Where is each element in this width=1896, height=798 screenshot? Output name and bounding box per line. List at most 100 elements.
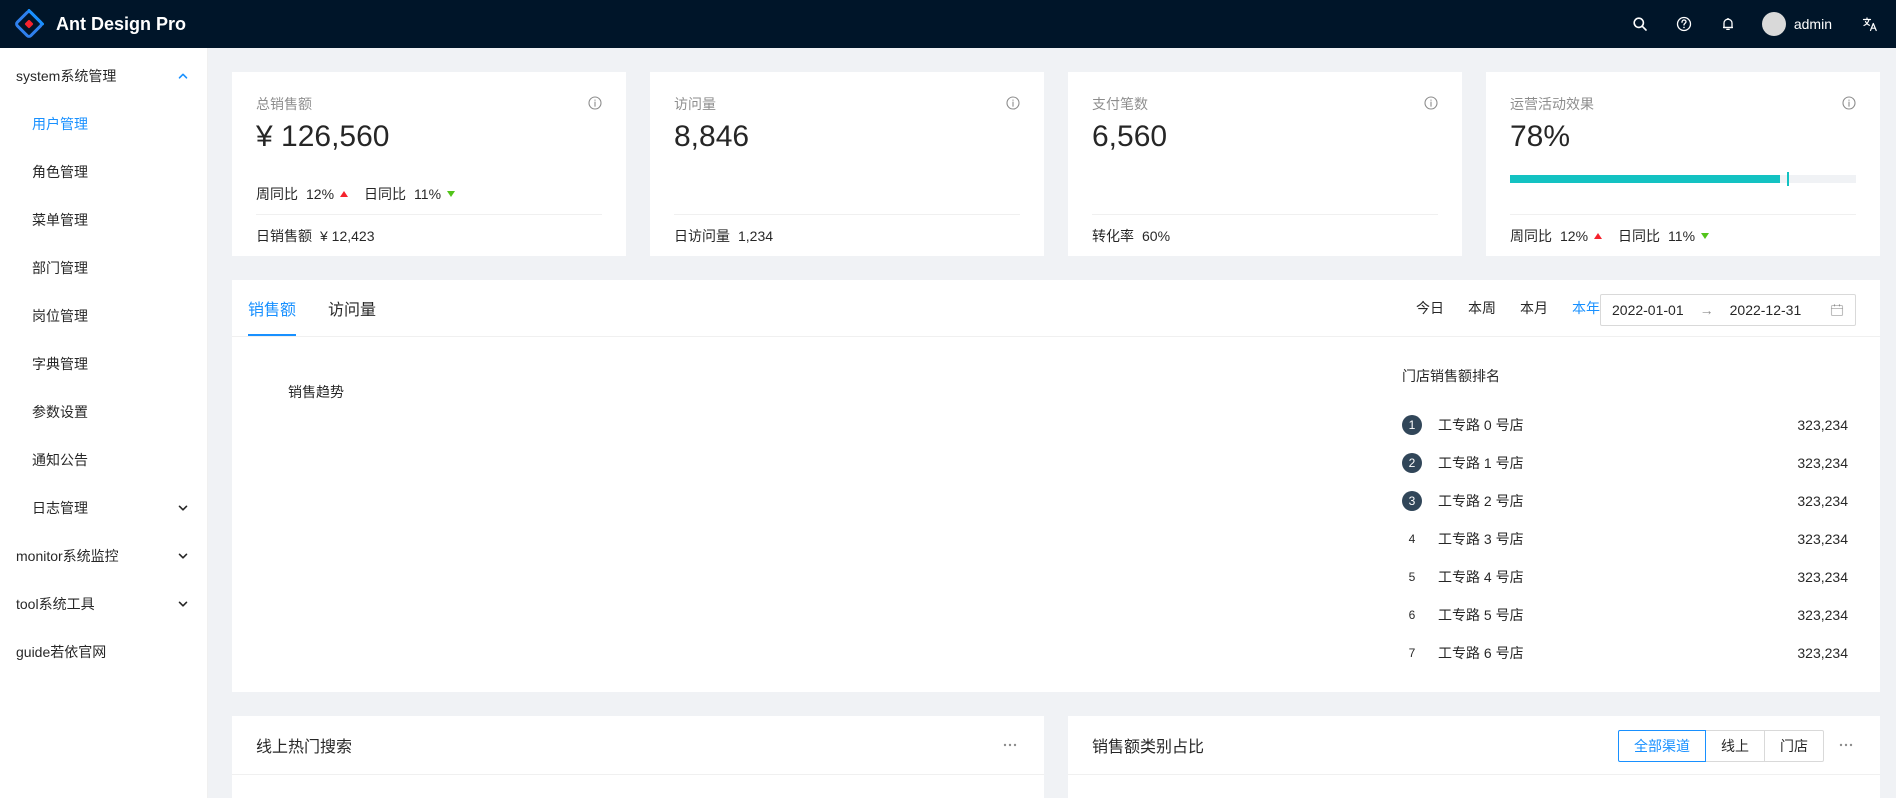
week-trend: 周同比 12%	[256, 184, 349, 204]
week-value: 12%	[306, 186, 335, 202]
sidebar-item-role-management[interactable]: 角色管理	[0, 152, 207, 192]
week-trend: 周同比 12%	[1510, 226, 1603, 246]
bell-icon[interactable]	[1706, 0, 1750, 48]
store-name: 工专路 1 号店	[1438, 455, 1524, 471]
stat-card-visits: 访问量 8,846 日访问量 1,234	[650, 72, 1044, 256]
day-label: 日同比	[364, 186, 407, 202]
sidebar-item-system[interactable]: system系统管理	[0, 56, 207, 96]
more-icon[interactable]	[1002, 738, 1018, 752]
sidebar-menu: system系统管理 用户管理 角色管理 菜单管理 部门管理 岗位管理 字典管理…	[0, 48, 208, 798]
stat-trend: 周同比 12% 日同比 11%	[256, 184, 471, 204]
ranking-list: 1 工专路 0 号店 323,234 2 工专路 1 号店 323,234 3 工专路 2…	[1402, 406, 1848, 672]
info-icon[interactable]	[588, 96, 602, 110]
chevron-down-icon	[178, 553, 188, 559]
list-item: 2 工专路 1 号店 323,234	[1402, 444, 1848, 482]
progress-fill	[1510, 175, 1780, 183]
chevron-up-icon	[178, 73, 188, 79]
avatar	[1761, 12, 1786, 36]
card-title: 线上热门搜索	[256, 739, 353, 756]
ant-design-logo-icon	[15, 9, 44, 38]
ranking-title: 门店销售额排名	[1402, 368, 1500, 384]
header-actions: admin	[1618, 0, 1896, 48]
sales-category-card: 销售额类别占比 全部渠道 线上 门店	[1068, 716, 1880, 798]
stat-trend: 周同比 12% 日同比 11%	[1510, 226, 1725, 246]
day-value: 11%	[1668, 228, 1696, 244]
more-icon[interactable]	[1838, 738, 1854, 752]
week-label: 周同比	[1510, 228, 1552, 244]
sidebar-item-dept-management[interactable]: 部门管理	[0, 248, 207, 288]
sidebar-item-label: 通知公告	[32, 452, 88, 468]
info-icon[interactable]	[1424, 96, 1438, 110]
store-value: 323,234	[1797, 493, 1848, 509]
sidebar-item-label: 角色管理	[32, 164, 88, 180]
stat-value: ¥ 126,560	[256, 120, 390, 153]
sidebar-item-dict-management[interactable]: 字典管理	[0, 344, 207, 384]
sidebar-item-log-management[interactable]: 日志管理	[0, 488, 207, 528]
question-icon[interactable]	[1662, 0, 1706, 48]
rank-badge: 7	[1408, 646, 1416, 660]
rank-badge: 1	[1402, 415, 1422, 435]
store-value: 323,234	[1797, 607, 1848, 623]
sidebar-item-menu-management[interactable]: 菜单管理	[0, 200, 207, 240]
sidebar-item-label: 日志管理	[32, 500, 88, 516]
day-label: 日同比	[1618, 228, 1661, 244]
sidebar-item-label: 参数设置	[32, 404, 88, 420]
range-year[interactable]: 本年	[1572, 298, 1600, 318]
store-value: 323,234	[1797, 645, 1848, 661]
day-value: 11%	[414, 186, 442, 202]
sidebar-item-user-management[interactable]: 用户管理	[0, 104, 207, 144]
stat-footer: 日访问量 1,234	[674, 226, 773, 246]
logo[interactable]: Ant Design Pro	[0, 0, 186, 48]
range-today[interactable]: 今日	[1416, 298, 1444, 318]
sidebar-item-notice[interactable]: 通知公告	[0, 440, 207, 480]
stat-value: 8,846	[674, 120, 750, 153]
sidebar-item-tool[interactable]: tool系统工具	[0, 584, 207, 624]
info-icon[interactable]	[1006, 96, 1020, 110]
footer-label: 转化率	[1092, 228, 1134, 244]
sidebar-item-label: 字典管理	[32, 356, 88, 372]
sidebar-item-label: 菜单管理	[32, 212, 88, 228]
chevron-down-icon	[178, 505, 188, 511]
sidebar-item-guide[interactable]: guide若依官网	[0, 632, 207, 672]
stat-footer: 转化率 60%	[1092, 226, 1170, 246]
store-value: 323,234	[1797, 455, 1848, 471]
week-label: 周同比	[256, 186, 298, 202]
info-icon[interactable]	[1842, 96, 1856, 110]
date-end-input[interactable]: 2022-12-31	[1730, 302, 1802, 318]
sidebar-item-label: 岗位管理	[32, 308, 88, 324]
stat-title: 总销售额	[256, 96, 312, 112]
range-week[interactable]: 本周	[1468, 298, 1496, 318]
stat-footer: 日销售额 ¥ 12,423	[256, 226, 375, 246]
chevron-down-icon	[178, 601, 188, 607]
sidebar-item-post-management[interactable]: 岗位管理	[0, 296, 207, 336]
tab-visits[interactable]: 访问量	[328, 280, 376, 336]
radio-online[interactable]: 线上	[1705, 730, 1765, 762]
username: admin	[1793, 16, 1832, 32]
stat-card-total-sales: 总销售额 ¥ 126,560 周同比 12% 日同比 11% 日销售额 ¥ 12,42…	[232, 72, 626, 256]
tab-sales[interactable]: 销售额	[248, 280, 297, 336]
radio-store[interactable]: 门店	[1764, 730, 1824, 762]
translate-icon[interactable]	[1844, 0, 1896, 48]
range-month[interactable]: 本月	[1520, 298, 1548, 318]
date-start-input[interactable]: 2022-01-01	[1612, 302, 1684, 318]
store-name: 工专路 0 号店	[1438, 417, 1524, 433]
footer-value: 1,234	[738, 228, 774, 244]
search-icon[interactable]	[1618, 0, 1662, 48]
sidebar-item-monitor[interactable]: monitor系统监控	[0, 536, 207, 576]
store-name: 工专路 5 号店	[1438, 607, 1524, 623]
divider	[674, 214, 1020, 215]
date-range-picker[interactable]: 2022-01-01 → 2022-12-31	[1600, 294, 1856, 326]
stat-title: 支付笔数	[1092, 96, 1148, 112]
stat-title: 运营活动效果	[1510, 96, 1594, 112]
day-trend: 日同比 11%	[1618, 226, 1710, 246]
sidebar-item-config[interactable]: 参数设置	[0, 392, 207, 432]
footer-value: ¥ 12,423	[320, 228, 375, 244]
stat-value: 78%	[1510, 120, 1571, 153]
rank-badge: 4	[1408, 532, 1416, 546]
caret-down-icon	[447, 191, 456, 197]
radio-all-channels[interactable]: 全部渠道	[1618, 730, 1706, 762]
stat-card-payments: 支付笔数 6,560 转化率 60%	[1068, 72, 1462, 256]
divider	[1068, 774, 1880, 775]
divider	[1510, 214, 1856, 215]
user-menu[interactable]: admin	[1750, 0, 1844, 48]
